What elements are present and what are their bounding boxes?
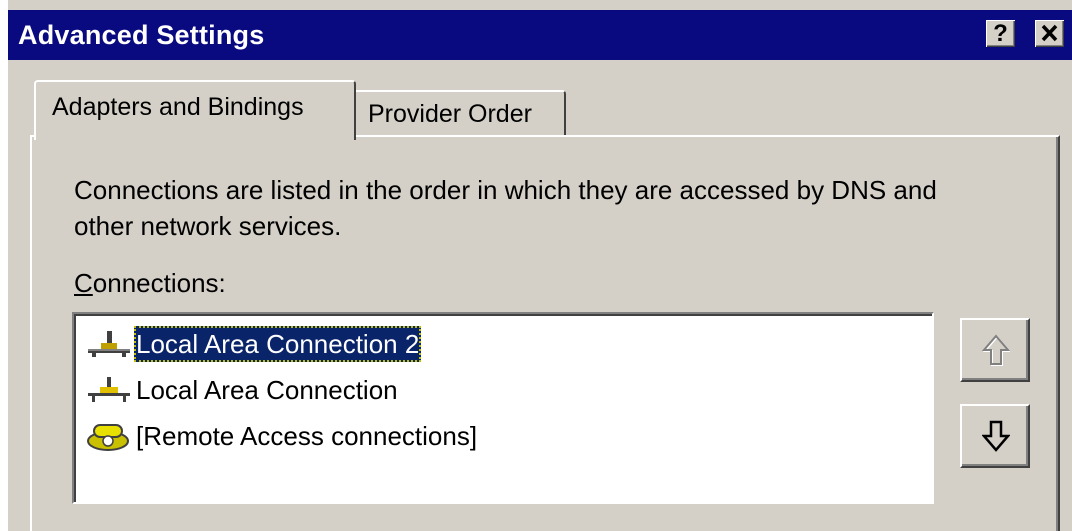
connection-label: Local Area Connection 2 (134, 326, 422, 363)
window-title: Advanced Settings (18, 20, 265, 50)
panel-edge (1056, 137, 1058, 531)
arrow-up-icon (982, 334, 1010, 366)
connection-label: Local Area Connection (136, 375, 398, 406)
close-button[interactable] (1035, 20, 1064, 47)
close-icon (1041, 24, 1058, 42)
tab-adapters-and-bindings[interactable]: Adapters and Bindings (34, 80, 356, 140)
tab-label: Adapters and Bindings (52, 93, 304, 121)
connections-label: Connections: (74, 268, 226, 299)
move-down-button[interactable] (960, 404, 1030, 468)
list-item[interactable]: Local Area Connection (86, 370, 400, 408)
description-text: Connections are listed in the order in w… (74, 175, 937, 241)
connections-listbox[interactable]: Local Area Connection 2 Local Area Conne… (72, 312, 934, 504)
help-button[interactable]: ? (986, 20, 1015, 47)
advanced-settings-dialog: Advanced Settings ? Adapters and Binding… (8, 0, 1072, 531)
network-adapter-icon (88, 331, 130, 358)
move-up-button[interactable] (960, 318, 1030, 382)
telephone-icon (87, 424, 129, 452)
list-item[interactable]: [Remote Access connections] (86, 416, 479, 454)
tab-provider-order[interactable]: Provider Order (356, 90, 566, 136)
network-adapter-icon (88, 377, 130, 403)
tab-label: Provider Order (368, 100, 532, 128)
title-bar[interactable]: Advanced Settings ? (8, 10, 1072, 60)
arrow-down-icon (982, 420, 1010, 452)
accelerator-key: C (74, 268, 93, 298)
connection-label: [Remote Access connections] (136, 421, 478, 452)
connections-label-text: onnections: (92, 268, 226, 298)
list-item[interactable]: Local Area Connection 2 (86, 324, 422, 363)
